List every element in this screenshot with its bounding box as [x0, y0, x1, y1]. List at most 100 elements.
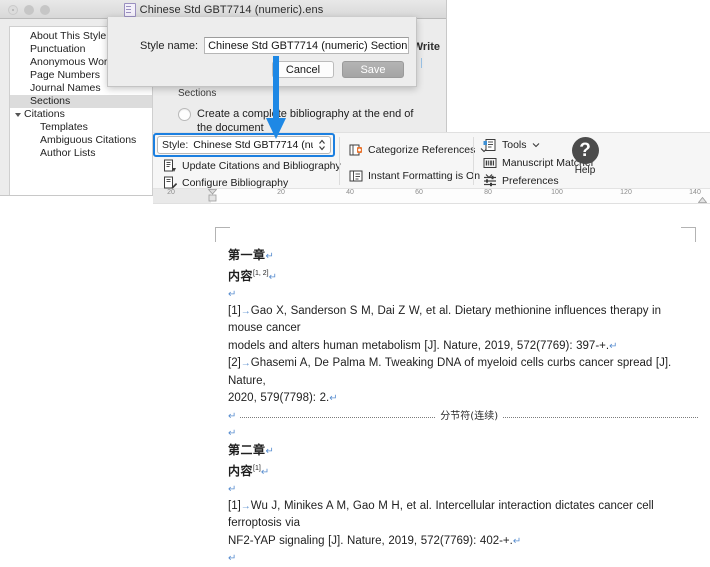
- tools-label: Tools: [502, 139, 527, 151]
- empty-paragraph: ↵: [228, 481, 698, 498]
- chapter-1-heading: 第一章↵: [228, 247, 698, 265]
- document-text-body[interactable]: 第一章↵ 内容[1, 2]↵ ↵ [1]→Gao X, Sanderson S …: [228, 247, 699, 567]
- reference-line-2: NF2-YAP signaling [J]. Nature, 2019, 572…: [228, 534, 513, 547]
- preferences-label: Preferences: [502, 175, 559, 187]
- tools-icon: [483, 139, 496, 151]
- configure-bibliography-button[interactable]: Configure Bibliography: [163, 176, 288, 190]
- reference-line-2: 2020, 579(7798): 2.: [228, 392, 330, 405]
- endnote-cwyw-toolbar: Style: Chinese Std GBT7714 (numeric... U…: [153, 132, 710, 190]
- ruler-number: 40: [346, 189, 354, 196]
- chapter-2-citation[interactable]: [1]: [253, 465, 261, 472]
- chevron-down-icon[interactable]: [532, 142, 540, 148]
- section-break-label: 分节符(连续): [440, 410, 499, 422]
- reference-entry-1-1: [1]→Gao X, Sanderson S M, Dai Z W, et al…: [228, 303, 698, 356]
- reference-marker: [2]: [228, 357, 241, 370]
- chapter-2-body: 内容[1]↵: [228, 460, 698, 481]
- save-button[interactable]: Save: [342, 61, 404, 78]
- help-label: Help: [574, 165, 596, 176]
- ruler-left-margin-area: [153, 189, 211, 203]
- reference-entry-2-1: [1]→Wu J, Minikes A M, Gao M H, et al. I…: [228, 498, 698, 551]
- section-break-continuous: ↵ 分节符(连续): [228, 408, 699, 425]
- preferences-button[interactable]: Preferences: [483, 174, 559, 188]
- section-break-rule-left: [240, 416, 436, 418]
- manuscript-matcher-icon: [483, 158, 497, 168]
- page-margin-mark-top-left: [215, 227, 230, 242]
- tab-icon: →: [240, 500, 251, 512]
- configure-bibliography-icon: [164, 176, 177, 189]
- word-ruler[interactable]: 20 20 40 60 80 100 120 140: [153, 188, 710, 204]
- sidebar-item-sections[interactable]: Sections: [10, 95, 152, 108]
- configure-bibliography-label: Configure Bibliography: [182, 177, 289, 189]
- update-citations-label: Update Citations and Bibliography: [182, 160, 341, 172]
- instant-formatting-button[interactable]: Instant Formatting is On: [349, 169, 493, 183]
- reference-line-1: Gao X, Sanderson S M, Dai Z W, et al. Di…: [228, 304, 662, 335]
- chapter-1-citation[interactable]: [1, 2]: [253, 270, 269, 277]
- chapter-1-body-text: 内容: [228, 268, 254, 283]
- right-indent-marker[interactable]: [698, 197, 707, 203]
- pilcrow-icon: ↵: [268, 271, 277, 283]
- sidebar-item-label: About This Style: [30, 30, 107, 42]
- sidebar-item-label: Page Numbers: [30, 69, 101, 81]
- sidebar-item-citations[interactable]: Citations: [10, 108, 152, 121]
- chapter-1-body: 内容[1, 2]↵: [228, 265, 698, 286]
- radio-button[interactable]: [178, 108, 191, 121]
- pilcrow-icon: ↵: [329, 393, 338, 405]
- ruler-number: 100: [551, 189, 563, 196]
- pilcrow-icon: ↵: [228, 427, 237, 439]
- update-citations-icon: [164, 159, 176, 172]
- empty-paragraph: ↵: [228, 286, 698, 303]
- chapter-2-heading-text: 第二章: [228, 442, 266, 457]
- preferences-icon: [484, 175, 496, 187]
- update-citations-and-bibliography-button[interactable]: Update Citations and Bibliography: [163, 159, 341, 173]
- reference-line-1: Ghasemi A, De Palma M. Tweaking DNA of m…: [228, 357, 672, 387]
- dialog-button-row: Cancel Save: [272, 61, 404, 78]
- help-button[interactable]: ? Help: [563, 137, 607, 176]
- instant-formatting-icon: [349, 170, 363, 182]
- sidebar-item-author-lists[interactable]: Author Lists: [10, 147, 152, 160]
- sidebar-item-label: Anonymous Works: [30, 56, 118, 68]
- sections-group-label: Sections: [178, 88, 217, 99]
- ruler-number: 120: [620, 189, 632, 196]
- categorize-references-label: Categorize References: [368, 144, 476, 156]
- style-dropdown[interactable]: Style: Chinese Std GBT7714 (numeric...: [157, 136, 331, 154]
- section-break-rule-right: [503, 416, 699, 418]
- categorize-references-button[interactable]: Categorize References: [349, 143, 488, 157]
- tab-icon: →: [240, 305, 251, 317]
- style-dropdown-label: Style:: [162, 139, 189, 151]
- cancel-button[interactable]: Cancel: [272, 61, 334, 78]
- instant-formatting-label: Instant Formatting is On: [368, 170, 481, 182]
- sidebar-item-label: Punctuation: [30, 43, 86, 55]
- pilcrow-icon: ↵: [228, 288, 237, 300]
- chapter-2-heading: 第二章↵: [228, 442, 698, 460]
- sidebar-item-templates[interactable]: Templates: [10, 121, 152, 134]
- ruler-number: 60: [415, 189, 423, 196]
- categorize-references-icon: [349, 144, 362, 156]
- reference-entry-1-2: [2]→Ghasemi A, De Palma M. Tweaking DNA …: [228, 355, 698, 408]
- sections-panel-inner: Sections Create a complete bibliography …: [178, 88, 436, 135]
- reference-marker: [1]: [228, 499, 241, 512]
- create-complete-bibliography-radio-row[interactable]: Create a complete bibliography at the en…: [178, 107, 436, 135]
- sidebar-item-label: Sections: [30, 95, 71, 107]
- sidebar-item-ambiguous-citations[interactable]: Ambiguous Citations: [10, 134, 152, 147]
- tools-button[interactable]: Tools: [483, 138, 540, 152]
- reference-marker: [1]: [228, 304, 241, 317]
- pilcrow-icon: ↵: [260, 466, 270, 478]
- sidebar-item-label: Author Lists: [40, 147, 96, 159]
- reference-line-2: models and alters human metabolism [J]. …: [228, 339, 610, 352]
- write-divider: [421, 58, 422, 68]
- left-indent-marker[interactable]: [208, 189, 217, 204]
- pilcrow-icon: ↵: [512, 535, 522, 547]
- word-document-page[interactable]: 第一章↵ 内容[1, 2]↵ ↵ [1]→Gao X, Sanderson S …: [0, 205, 710, 564]
- pilcrow-icon: ↵: [228, 553, 237, 565]
- style-name-input[interactable]: Chinese Std GBT7714 (numeric) Section: [204, 37, 410, 54]
- chevron-down-icon[interactable]: [15, 113, 21, 117]
- chapter-2-body-text: 内容: [228, 463, 254, 478]
- pilcrow-icon: ↵: [609, 340, 618, 352]
- sidebar-item-label: Citations: [24, 108, 65, 120]
- ruler-number: 140: [689, 189, 701, 196]
- empty-paragraph: ↵: [228, 425, 698, 442]
- ruler-number: 80: [484, 189, 492, 196]
- toolbar-divider: [473, 137, 474, 185]
- help-icon: ?: [571, 137, 599, 164]
- stepper-icon[interactable]: [318, 138, 326, 152]
